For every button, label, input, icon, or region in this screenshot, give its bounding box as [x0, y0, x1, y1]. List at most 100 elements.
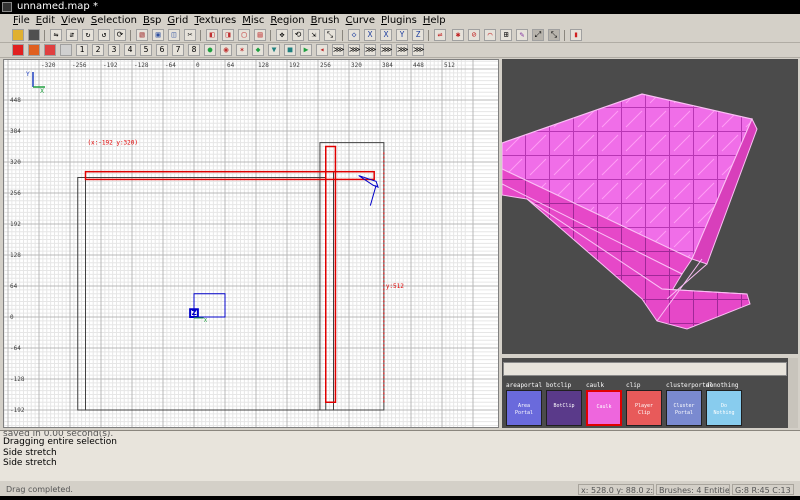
select-inside-icon[interactable]: ▤: [254, 29, 266, 41]
view-change-icon[interactable]: ◇: [348, 29, 360, 41]
menu-item-textures[interactable]: Textures: [191, 14, 239, 28]
select-touching-icon[interactable]: ◧: [206, 29, 218, 41]
show-names-icon[interactable]: ◉: [220, 44, 232, 56]
camera-view[interactable]: [502, 59, 798, 354]
camera-canvas[interactable]: [502, 59, 798, 354]
csg-hollow-icon[interactable]: ◫: [168, 29, 180, 41]
entity-icon[interactable]: ▼: [268, 44, 280, 56]
brush-orange-icon[interactable]: [28, 44, 40, 56]
csg-merge-icon[interactable]: ▣: [152, 29, 164, 41]
grid-7-button[interactable]: 7: [172, 44, 184, 56]
origin-z-label: Z: [192, 309, 197, 317]
region-icon[interactable]: ◂: [316, 44, 328, 56]
grid-4-button[interactable]: 4: [124, 44, 136, 56]
open-icon[interactable]: [12, 29, 24, 41]
edge-mode-icon[interactable]: ⤡: [548, 29, 560, 41]
texture-tile-clusterportal[interactable]: Cluster Portal: [666, 390, 702, 426]
menu-item-edit[interactable]: Edit: [33, 14, 58, 28]
status-grid-info: G:8 R:45 C:13 L:MR: [732, 484, 794, 495]
texture-tile-caulk[interactable]: Caulk: [586, 390, 622, 426]
y-ruler-label: 64: [10, 283, 18, 290]
texture-tile-donothing[interactable]: Do Nothing: [706, 390, 742, 426]
x-ruler-label: 320: [351, 62, 362, 69]
translate-icon[interactable]: ✥: [276, 29, 288, 41]
clip-brush-icon[interactable]: ⊘: [468, 29, 480, 41]
select-partial-icon[interactable]: ◨: [222, 29, 234, 41]
view-y-button[interactable]: Y: [396, 29, 408, 41]
flip-x-icon[interactable]: ⇋: [50, 29, 62, 41]
rotate-icon[interactable]: ⟲: [292, 29, 304, 41]
console-line: Side stretch: [3, 458, 57, 468]
clusterportal-icon[interactable]: ⋙: [380, 44, 392, 56]
grid-1-button[interactable]: 1: [76, 44, 88, 56]
lights-icon[interactable]: ✶: [236, 44, 248, 56]
texture-label: Cluster Portal: [673, 403, 695, 416]
vertex-mode-icon[interactable]: ⤢: [532, 29, 544, 41]
patch-icon[interactable]: ✱: [452, 29, 464, 41]
console-line: Side stretch: [3, 447, 57, 458]
models-icon[interactable]: ■: [284, 44, 296, 56]
menu-item-grid[interactable]: Grid: [164, 14, 191, 28]
grid-2-button[interactable]: 2: [92, 44, 104, 56]
x-ruler-label: 192: [289, 62, 300, 69]
rotate-z-icon[interactable]: ⟳: [114, 29, 126, 41]
resize-icon[interactable]: ⤡: [324, 29, 336, 41]
texture-label: Area Portal: [514, 403, 534, 416]
grid-snap-icon[interactable]: [60, 44, 72, 56]
grid-8-button[interactable]: 8: [188, 44, 200, 56]
grid-6-button[interactable]: 6: [156, 44, 168, 56]
texture-tile-areaportal[interactable]: Area Portal: [506, 390, 542, 426]
select-complete-icon[interactable]: ▢: [238, 29, 250, 41]
view-x-button[interactable]: X: [364, 29, 376, 41]
detail-icon[interactable]: ⋙: [332, 44, 344, 56]
texture-filter-input[interactable]: [503, 362, 787, 376]
texture-tile-clip[interactable]: Player Clip: [626, 390, 662, 426]
grid-3-button[interactable]: 3: [108, 44, 120, 56]
grid-5-button[interactable]: 5: [140, 44, 152, 56]
save-icon[interactable]: [28, 29, 40, 41]
menu-item-plugins[interactable]: Plugins: [378, 14, 420, 28]
rotate-x-icon[interactable]: ↻: [82, 29, 94, 41]
curve-icon[interactable]: ⌒: [484, 29, 496, 41]
grid-canvas[interactable]: -320 -256 -192 -128 -64 0 64 128 192 256 320 384 448…: [4, 60, 499, 428]
brush-filter-icon[interactable]: ⇌: [434, 29, 446, 41]
flip-y-icon[interactable]: ⇵: [66, 29, 78, 41]
brush-both-icon[interactable]: [44, 44, 56, 56]
scale-icon[interactable]: ⇲: [308, 29, 320, 41]
status-coords: x: 528.0 y: 88.0 z: 0.0: [578, 484, 654, 495]
plugin-icon[interactable]: ▮: [570, 29, 582, 41]
cubic-scale-icon[interactable]: ●: [204, 44, 216, 56]
texture-lock-icon[interactable]: ✎: [516, 29, 528, 41]
texture-name: areaportal: [506, 382, 543, 389]
rotate-y-icon[interactable]: ↺: [98, 29, 110, 41]
csg-subtract-icon[interactable]: ▧: [136, 29, 148, 41]
menu-item-curve[interactable]: Curve: [343, 14, 379, 28]
clipper-icon[interactable]: ✂: [184, 29, 196, 41]
structural-icon[interactable]: ⋙: [412, 44, 424, 56]
menu-item-file[interactable]: File: [10, 14, 33, 28]
hint-icon[interactable]: ⋙: [364, 44, 376, 56]
caulk-icon[interactable]: ⋙: [348, 44, 360, 56]
menu-item-bsp[interactable]: Bsp: [140, 14, 164, 28]
menu-item-help[interactable]: Help: [420, 14, 449, 28]
xy-grid-view[interactable]: -320 -256 -192 -128 -64 0 64 128 192 256 320 384 448…: [3, 59, 499, 428]
menu-item-misc[interactable]: Misc: [239, 14, 267, 28]
texture-label: Caulk: [596, 404, 612, 410]
app-icon: [2, 2, 12, 12]
menu-item-view[interactable]: View: [58, 14, 88, 28]
botclip-icon[interactable]: ⋙: [396, 44, 408, 56]
x-ruler-label: 64: [227, 62, 235, 69]
texture-scrollbar[interactable]: [788, 358, 798, 428]
menu-item-region[interactable]: Region: [267, 14, 307, 28]
angles-icon[interactable]: ◆: [252, 44, 264, 56]
console-log: saved in 0.00 second(s). Dragging entire…: [0, 430, 800, 481]
texture-tile-botclip[interactable]: BotClip: [546, 390, 582, 426]
brush-red-icon[interactable]: [12, 44, 24, 56]
paths-icon[interactable]: ▶: [300, 44, 312, 56]
view-x2-button[interactable]: X: [380, 29, 392, 41]
menu-item-brush[interactable]: Brush: [308, 14, 343, 28]
cubic-clip-icon[interactable]: ⊞: [500, 29, 512, 41]
x-ruler-label: 0: [196, 62, 200, 69]
menu-item-selection[interactable]: Selection: [88, 14, 140, 28]
view-z-button[interactable]: Z: [412, 29, 424, 41]
